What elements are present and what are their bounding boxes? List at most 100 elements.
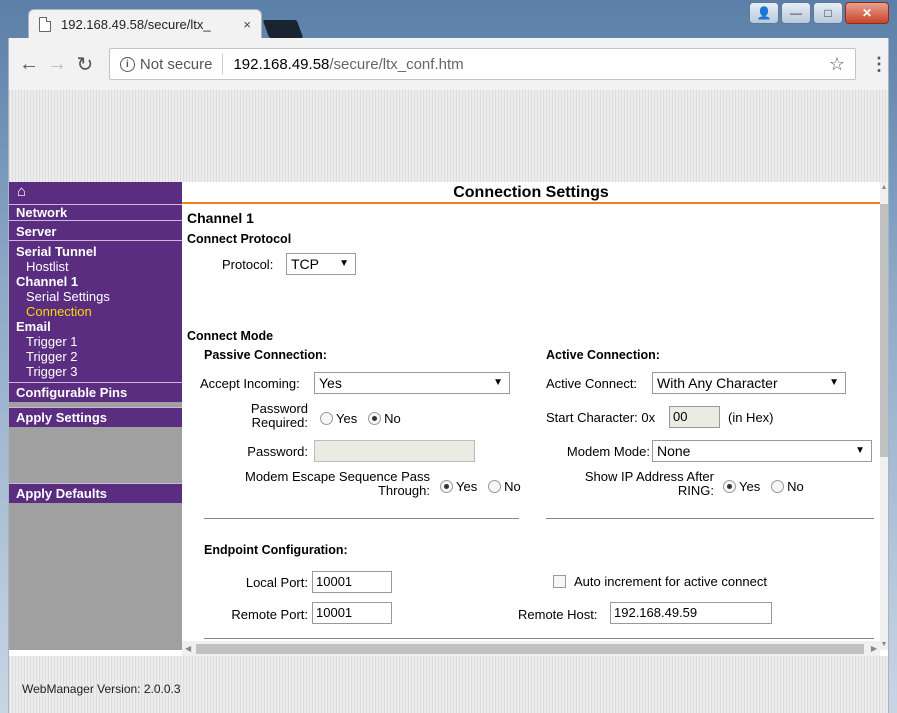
apply-settings-button[interactable]: Apply Settings — [9, 407, 182, 427]
sidebar-item-hostlist[interactable]: Hostlist — [9, 259, 182, 274]
sidebar-item-channel1[interactable]: Channel 1 — [9, 274, 182, 289]
page-viewport: ⌂ Network Server Serial Tunnel Hostlist … — [8, 90, 889, 713]
vertical-scrollbar[interactable]: ▲ ▼ — [880, 182, 888, 650]
url-path: /secure/ltx_conf.htm — [329, 55, 464, 73]
protocol-value: TCP — [291, 256, 319, 272]
sidebar-item-email[interactable]: Email — [9, 319, 182, 334]
local-port-input[interactable]: 10001 — [312, 571, 392, 593]
active-connect-select[interactable]: With Any Character ▼ — [652, 372, 846, 394]
modem-escape-no-radio[interactable] — [488, 480, 502, 493]
radio-label-yes: Yes — [739, 479, 761, 494]
horizontal-scrollbar[interactable]: ◀ ▶ — [182, 641, 880, 656]
divider — [204, 518, 519, 519]
page-icon — [39, 17, 51, 32]
reload-icon[interactable]: ↻ — [73, 52, 97, 77]
passive-connection-heading: Passive Connection: — [204, 348, 327, 362]
user-icon[interactable]: 👤 — [749, 2, 779, 24]
sidebar-item-configurable-pins[interactable]: Configurable Pins — [9, 385, 182, 400]
password-required-radio-group: Yes No — [320, 411, 401, 426]
password-required-yes-radio[interactable] — [320, 412, 333, 425]
home-icon[interactable]: ⌂ — [9, 182, 182, 204]
radio-label-no: No — [504, 479, 521, 494]
password-required-label: Password Required: — [240, 402, 308, 430]
local-port-label: Local Port: — [245, 575, 308, 590]
remote-host-input[interactable]: 192.168.49.59 — [610, 602, 772, 624]
remote-host-label: Remote Host: — [518, 607, 598, 622]
active-connection-heading: Active Connection: — [546, 348, 660, 362]
remote-port-label: Remote Port: — [231, 607, 308, 622]
start-character-label: Start Character: 0x — [546, 410, 656, 425]
scroll-down-icon[interactable]: ▼ — [880, 641, 888, 648]
title-bar: 192.168.49.58/secure/ltx_ × 👤 — □ ✕ — [0, 0, 897, 39]
browser-tab[interactable]: 192.168.49.58/secure/ltx_ × — [28, 9, 262, 39]
show-ip-no-radio[interactable] — [771, 480, 785, 493]
radio-label-yes: Yes — [336, 411, 358, 426]
sidebar: ⌂ Network Server Serial Tunnel Hostlist … — [9, 182, 182, 650]
modem-mode-value: None — [657, 443, 691, 459]
apply-defaults-button[interactable]: Apply Defaults — [9, 483, 182, 503]
sidebar-item-serial-settings[interactable]: Serial Settings — [9, 289, 182, 304]
accept-incoming-select[interactable]: Yes ▼ — [314, 372, 510, 394]
connect-protocol-heading: Connect Protocol — [187, 232, 292, 246]
sidebar-item-connection[interactable]: Connection — [9, 304, 182, 319]
modem-escape-label-line1: Modem Escape Sequence Pass — [245, 469, 430, 484]
sidebar-group-pins: Configurable Pins — [9, 382, 182, 402]
modem-escape-yes-radio[interactable] — [440, 480, 453, 493]
info-icon[interactable]: i — [119, 56, 135, 72]
scroll-left-icon[interactable]: ◀ — [185, 641, 191, 656]
sidebar-item-trigger3[interactable]: Trigger 3 — [9, 364, 182, 379]
start-character-input[interactable]: 00 — [669, 406, 720, 428]
minimize-button[interactable]: — — [781, 2, 811, 24]
scroll-right-icon[interactable]: ▶ — [871, 641, 877, 656]
chevron-down-icon: ▼ — [339, 258, 349, 269]
show-ip-yes-radio[interactable] — [723, 480, 736, 493]
bookmark-star-icon[interactable]: ☆ — [829, 54, 845, 75]
url-host: 192.168.49.58 — [233, 55, 330, 73]
auto-increment-checkbox[interactable] — [553, 575, 566, 588]
sidebar-item-server[interactable]: Server — [9, 224, 182, 239]
protocol-select[interactable]: TCP ▼ — [286, 253, 356, 275]
accept-incoming-value: Yes — [319, 375, 342, 391]
back-icon[interactable]: ← — [17, 53, 41, 76]
scroll-up-icon[interactable]: ▲ — [880, 184, 888, 191]
maximize-button[interactable]: □ — [813, 2, 843, 24]
password-input[interactable] — [314, 440, 475, 462]
new-tab-button[interactable] — [262, 20, 304, 38]
close-button[interactable]: ✕ — [845, 2, 889, 24]
menu-icon[interactable]: ⋮ — [870, 54, 888, 75]
page-footer: WebManager Version: 2.0.0.3 — [9, 656, 888, 713]
active-connect-label: Active Connect: — [546, 376, 638, 391]
modem-escape-radio-group: Yes No — [440, 479, 521, 494]
protocol-label: Protocol: — [222, 257, 274, 272]
sidebar-item-trigger2[interactable]: Trigger 2 — [9, 349, 182, 364]
sidebar-group-server: Server — [9, 220, 182, 240]
window-controls: 👤 — □ ✕ — [749, 2, 889, 24]
channel-title: Channel 1 — [187, 210, 254, 226]
show-ip-label-line1: Show IP Address After — [584, 469, 714, 484]
browser-toolbar: ← → ↻ i Not secure 192.168.49.58 /secure… — [8, 38, 889, 90]
password-required-label-line2: Required: — [251, 415, 308, 430]
auto-increment-option: Auto increment for active connect — [553, 574, 767, 589]
radio-label-no: No — [787, 479, 804, 494]
sidebar-item-trigger1[interactable]: Trigger 1 — [9, 334, 182, 349]
vertical-scroll-thumb[interactable] — [880, 204, 888, 457]
remote-port-input[interactable]: 10001 — [312, 602, 392, 624]
modem-mode-select[interactable]: None ▼ — [652, 440, 872, 462]
auto-increment-label: Auto increment for active connect — [574, 574, 767, 589]
forward-icon[interactable]: → — [45, 53, 69, 76]
radio-label-no: No — [384, 411, 401, 426]
security-label[interactable]: Not secure — [140, 56, 213, 73]
sidebar-item-network[interactable]: Network — [9, 205, 182, 220]
version-text: WebManager Version: 2.0.0.3 — [22, 682, 181, 696]
tab-close-icon[interactable]: × — [243, 17, 251, 32]
address-bar[interactable]: i Not secure 192.168.49.58 /secure/ltx_c… — [108, 48, 856, 80]
chevron-down-icon: ▼ — [493, 377, 503, 388]
show-ip-radio-group: Yes No — [723, 479, 804, 494]
sidebar-item-serial-tunnel[interactable]: Serial Tunnel — [9, 244, 182, 259]
accept-incoming-label: Accept Incoming: — [200, 376, 300, 391]
horizontal-scroll-thumb[interactable] — [196, 644, 864, 654]
main-panel: Connection Settings Channel 1 Connect Pr… — [182, 182, 880, 650]
show-ip-label: Show IP Address After RING: — [558, 470, 714, 498]
password-required-no-radio[interactable] — [368, 412, 382, 425]
